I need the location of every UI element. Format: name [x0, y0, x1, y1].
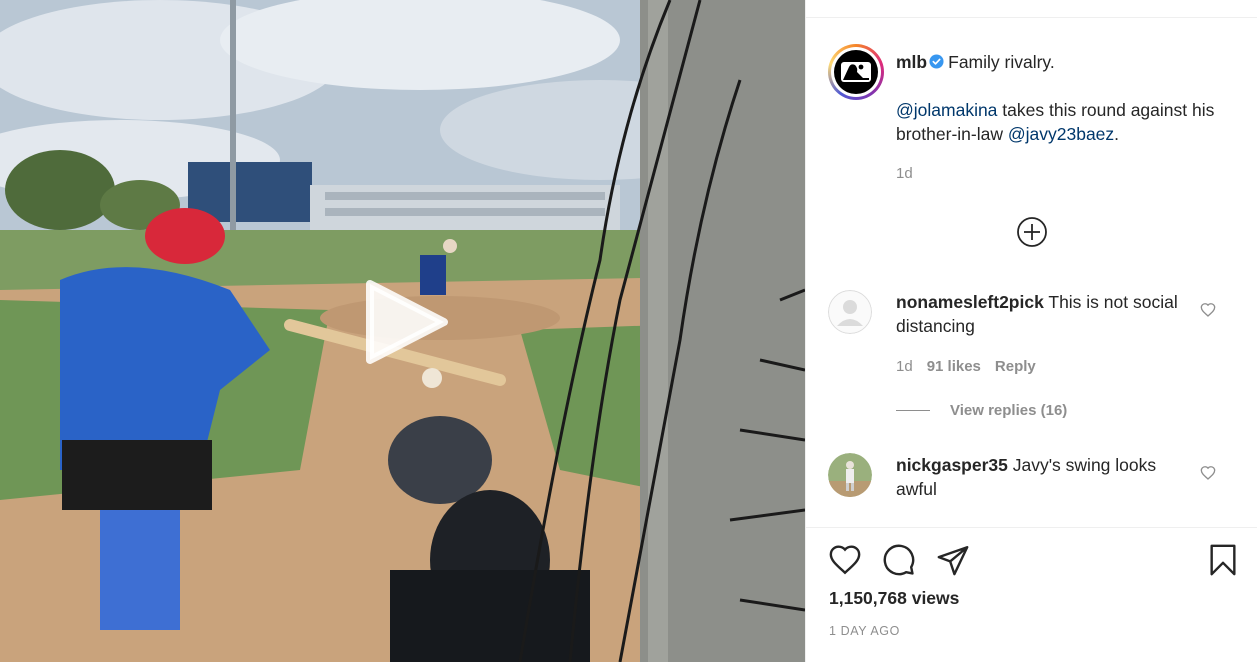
- heart-icon: [829, 545, 861, 575]
- caption-end: .: [1114, 124, 1120, 144]
- avatar[interactable]: [828, 290, 872, 334]
- post-video[interactable]: [0, 0, 805, 662]
- user-photo-avatar: [828, 453, 872, 497]
- caption-line-1: mlb Family rivalry.: [896, 50, 1226, 74]
- comment-text: nonamesleft2pick This is not social dist…: [896, 290, 1186, 338]
- comment-time[interactable]: 1d: [896, 358, 913, 375]
- comment-meta: 1d 91 likes Reply: [896, 358, 1036, 375]
- heart-icon[interactable]: [1200, 465, 1216, 481]
- comment-username[interactable]: nickgasper35: [896, 455, 1008, 475]
- verified-badge-icon: [929, 54, 944, 69]
- replies-dash: [896, 410, 930, 411]
- view-replies-button[interactable]: View replies (16): [896, 402, 1067, 419]
- plus-circle-icon: [1017, 217, 1047, 247]
- comment-button[interactable]: [882, 543, 916, 577]
- play-button[interactable]: [362, 278, 450, 366]
- heart-icon[interactable]: [1200, 302, 1216, 318]
- caption-title: Family rivalry.: [948, 52, 1055, 72]
- post-side-panel: mlb Family rivalry. @jolamakina takes thi…: [805, 0, 1257, 662]
- divider: [806, 17, 1257, 18]
- save-button[interactable]: [1206, 543, 1240, 577]
- default-avatar-icon: [828, 290, 872, 334]
- comment-item: nonamesleft2pick This is not social dist…: [828, 290, 1238, 390]
- comment-item: nickgasper35 Javy's swing looks awful: [828, 453, 1238, 513]
- play-icon: [366, 280, 448, 364]
- view-count[interactable]: 1,150,768 views: [829, 588, 959, 609]
- load-more-comments-button[interactable]: [1016, 216, 1048, 248]
- mlb-avatar[interactable]: [828, 44, 884, 100]
- mlb-logo-icon: [841, 62, 871, 82]
- comment-icon: [883, 544, 915, 576]
- share-button[interactable]: [936, 543, 970, 577]
- comment-username[interactable]: nonamesleft2pick: [896, 292, 1044, 312]
- comment-text: nickgasper35 Javy's swing looks awful: [896, 453, 1186, 501]
- post-time[interactable]: 1d: [896, 165, 913, 182]
- like-button[interactable]: [828, 543, 862, 577]
- share-icon: [937, 546, 969, 576]
- avatar[interactable]: [828, 453, 872, 497]
- mention-javy23baez[interactable]: @javy23baez: [1008, 124, 1114, 144]
- post-caption: mlb Family rivalry. @jolamakina takes thi…: [896, 50, 1226, 146]
- reply-button[interactable]: Reply: [995, 358, 1036, 375]
- comment-likes[interactable]: 91 likes: [927, 358, 981, 375]
- divider: [806, 527, 1257, 528]
- view-replies-label: View replies (16): [950, 402, 1068, 419]
- bookmark-icon: [1210, 544, 1236, 576]
- post-date[interactable]: 1 DAY AGO: [829, 624, 900, 638]
- post-username[interactable]: mlb: [896, 52, 927, 72]
- caption-line-2: @jolamakina takes this round against his…: [896, 98, 1226, 146]
- mention-jolamakina[interactable]: @jolamakina: [896, 100, 997, 120]
